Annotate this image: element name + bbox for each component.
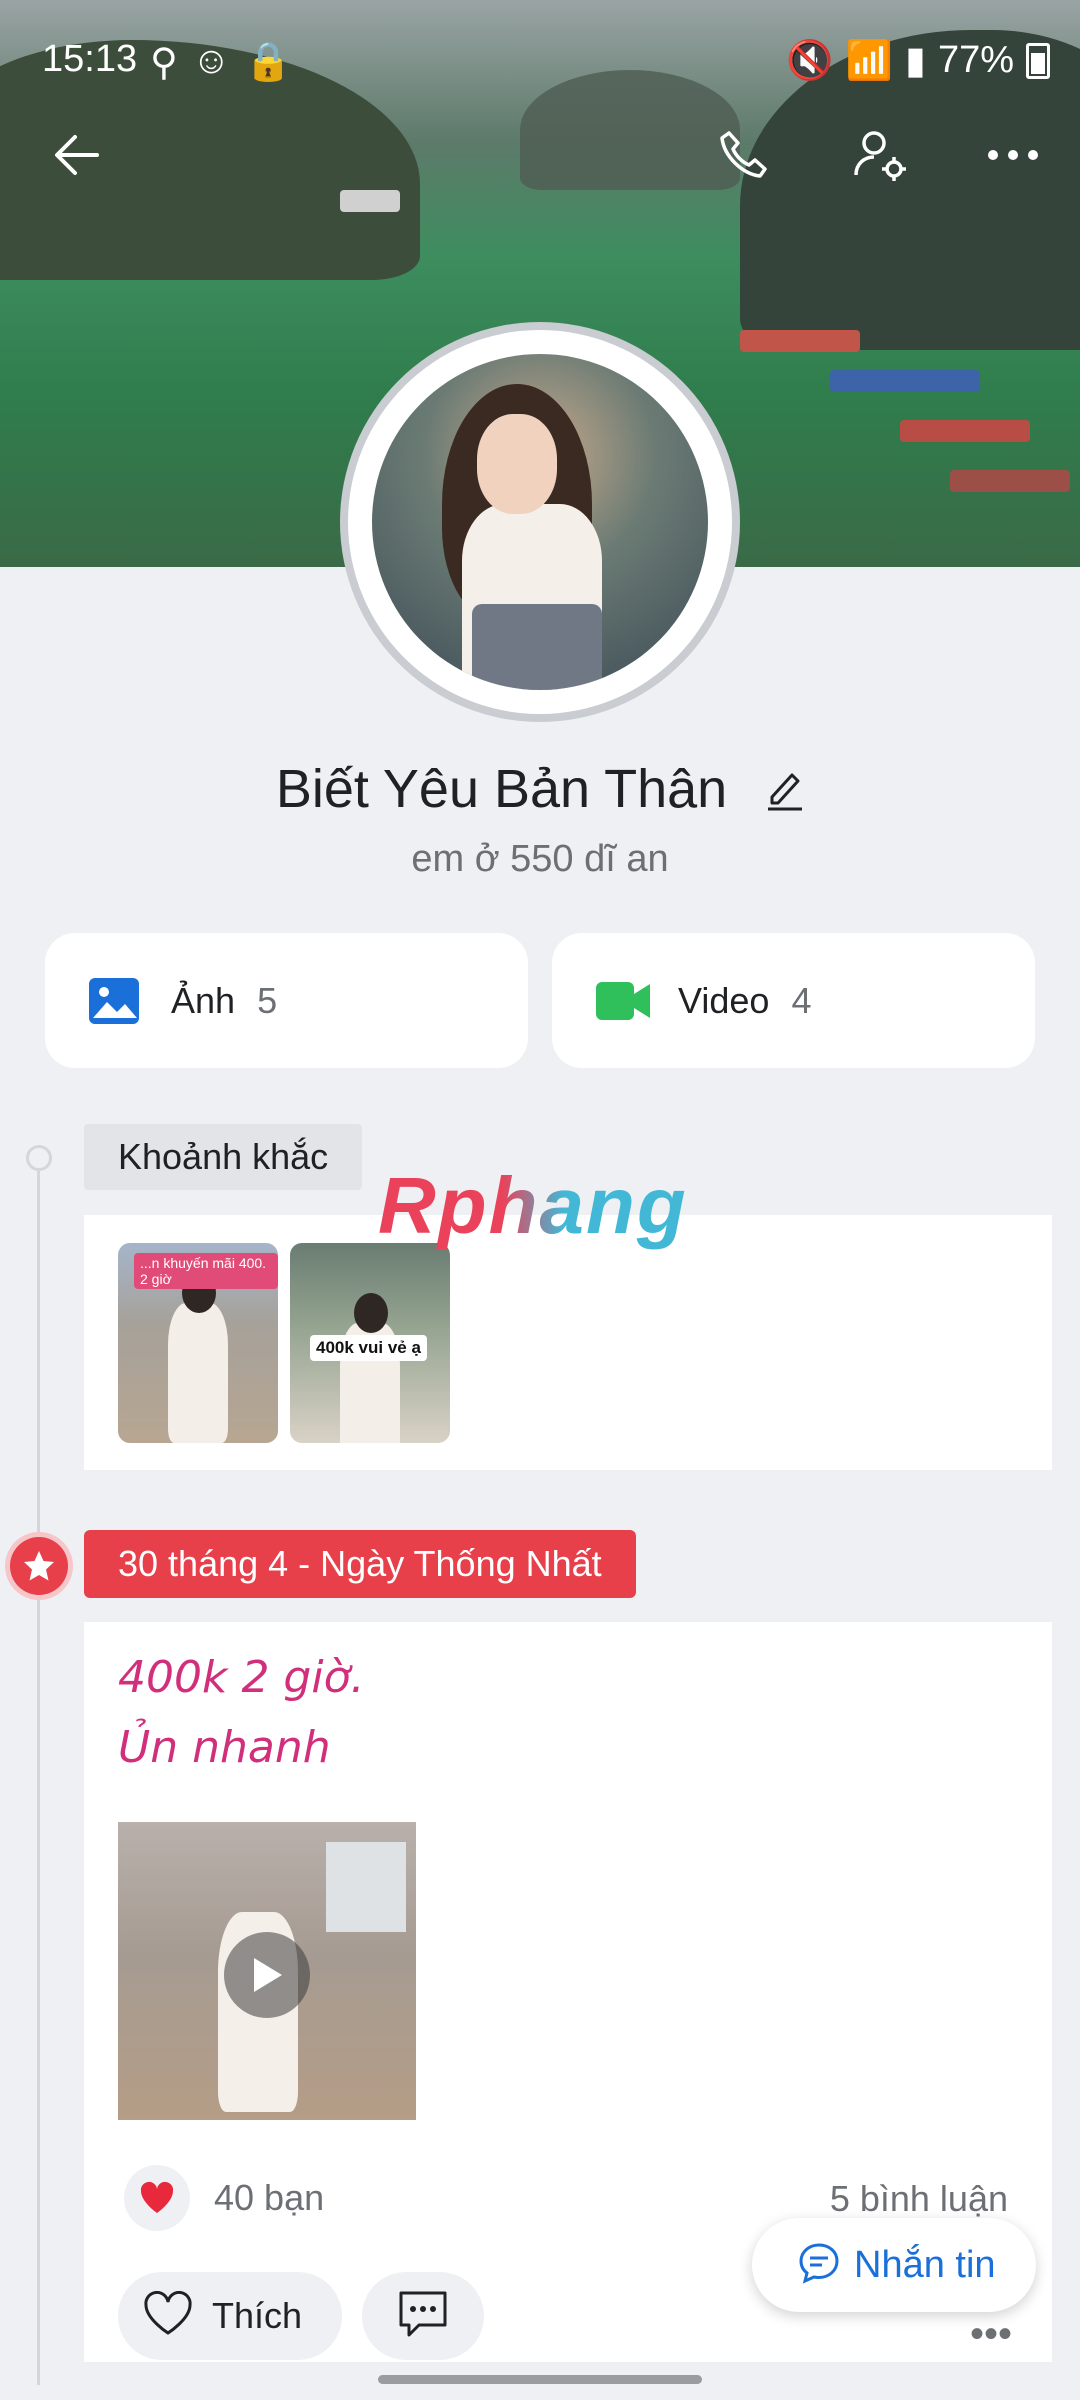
play-icon[interactable] [224, 1932, 310, 2018]
back-arrow-icon[interactable] [42, 120, 112, 190]
moments-strip: ...n khuyến mãi 400. 2 giờ 400k vui vẻ ạ [84, 1215, 1052, 1470]
photos-label: Ảnh [171, 979, 236, 1021]
app-icon: ⚲ [150, 42, 178, 84]
moment-thumbnail[interactable]: ...n khuyến mãi 400. 2 giờ [118, 1243, 278, 1443]
like-button[interactable]: Thích [118, 2272, 342, 2360]
status-bar: 15:13 ⚲ ☺ 🔒 🔇 📶 ▮ 77% [0, 38, 1080, 88]
status-notification-icons: ⚲ ☺ 🔒 [150, 40, 292, 85]
post-more-icon[interactable]: ••• [970, 2312, 1012, 2357]
phone-icon[interactable] [708, 120, 778, 190]
status-time: 15:13 [42, 38, 138, 80]
watermark: Rphang [378, 1161, 688, 1250]
battery-icon [1026, 42, 1050, 79]
battery-percent: 77% [937, 39, 1014, 81]
likes-count: 40 bạn [214, 2177, 325, 2218]
holiday-tag: 30 tháng 4 - Ngày Thống Nhất [84, 1530, 636, 1598]
videos-card[interactable]: Video 4 [552, 933, 1035, 1068]
message-button[interactable]: Nhắn tin [752, 2218, 1036, 2312]
moment-caption: 400k vui vẻ ạ [310, 1335, 427, 1361]
videos-label: Video [678, 979, 770, 1021]
image-icon [87, 974, 141, 1028]
message-icon [798, 2242, 840, 2289]
signal-icon: ▮ [905, 40, 926, 82]
avatar-photo [372, 354, 708, 690]
video-icon [594, 974, 650, 1028]
star-icon [10, 1537, 68, 1595]
timeline-line [37, 1155, 40, 2385]
moments-tag: Khoảnh khắc [84, 1124, 363, 1190]
profile-bio: em ở 550 dĩ an [411, 838, 669, 880]
more-icon[interactable] [978, 120, 1048, 190]
avatar[interactable] [348, 330, 732, 714]
photos-count: 5 [257, 979, 278, 1021]
profile-name-row: Biết Yêu Bản Thân [0, 758, 1080, 824]
emoji-icon: ☺ [191, 40, 231, 82]
moment-thumbnail[interactable]: 400k vui vẻ ạ [290, 1243, 450, 1443]
timeline-dot [26, 1145, 52, 1171]
heart-outline-icon [142, 2290, 194, 2342]
lock-icon: 🔒 [244, 41, 292, 83]
reactions[interactable]: 40 bạn [124, 2165, 324, 2231]
photos-card[interactable]: Ảnh 5 [45, 933, 528, 1068]
message-label: Nhắn tin [854, 2243, 996, 2286]
comments-count[interactable]: 5 bình luận [830, 2178, 1008, 2220]
post-text-line: Ủn nhanh [118, 1722, 331, 1773]
mute-icon: 🔇 [786, 39, 834, 82]
videos-count: 4 [791, 979, 812, 1021]
post-text-line: 400k 2 giờ. [118, 1652, 365, 1703]
wifi-icon: 📶 [845, 39, 894, 82]
comment-button[interactable] [362, 2272, 484, 2360]
profile-name: Biết Yêu Bản Thân [275, 759, 728, 819]
home-indicator [378, 2375, 702, 2384]
comment-icon [395, 2289, 451, 2344]
moment-caption: ...n khuyến mãi 400. 2 giờ [134, 1253, 278, 1289]
heart-icon [124, 2165, 190, 2231]
user-settings-icon[interactable] [845, 120, 915, 190]
post-video-thumbnail[interactable] [118, 1822, 416, 2120]
like-label: Thích [212, 2295, 303, 2336]
edit-icon[interactable] [764, 762, 804, 824]
